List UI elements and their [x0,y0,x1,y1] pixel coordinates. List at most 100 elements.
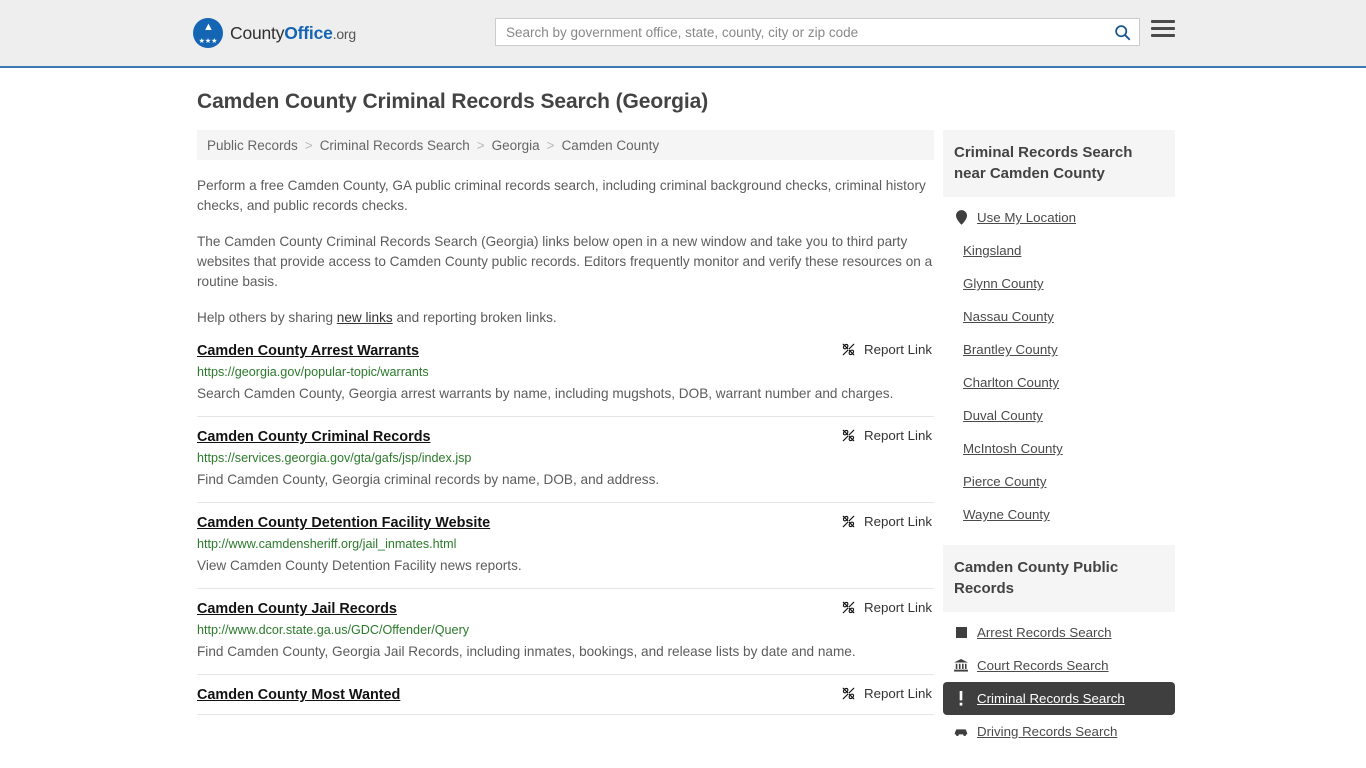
report-link-button[interactable]: Report Link [841,342,932,357]
sidebar-nearby-item[interactable]: Charlton County [943,366,1175,399]
intro-paragraph-2: The Camden County Criminal Records Searc… [197,232,934,292]
site-header: ▲ ★★★ CountyOffice.org [0,0,1366,68]
search-bar[interactable] [495,18,1140,46]
sidebar-nearby-label[interactable]: Charlton County [963,375,1059,390]
breadcrumb-separator: > [305,138,313,153]
sidebar-nearby-item[interactable]: Kingsland [943,234,1175,267]
listing-description: View Camden County Detention Facility ne… [197,553,934,578]
intro-p3-after: and reporting broken links. [393,310,557,325]
listing-item: Camden County Arrest Warrants https://geo… [197,328,934,417]
sidebar-nearby-item[interactable]: Duval County [943,399,1175,432]
search-input[interactable] [496,19,1105,45]
report-link-button[interactable]: Report Link [841,428,932,443]
sidebar-public-records-item[interactable]: Driving Records Search [943,715,1175,748]
report-link-label: Report Link [864,686,932,701]
courthouse-icon [954,659,968,672]
broken-link-icon [841,686,856,701]
sidebar-public-records-label[interactable]: Driving Records Search [977,724,1117,739]
sidebar: Criminal Records Search near Camden Coun… [943,130,1175,748]
sidebar-nearby-label[interactable]: Use My Location [977,210,1076,225]
listing-item: Camden County Detention Facility Website… [197,503,934,589]
listing-item: Camden County Jail Records http://www.dco… [197,589,934,675]
sidebar-public-records-item[interactable]: Criminal Records Search [943,682,1175,715]
sidebar-public-records-label[interactable]: Arrest Records Search [977,625,1112,640]
sidebar-nearby-item[interactable]: Pierce County [943,465,1175,498]
eagle-seal-icon: ▲ ★★★ [193,18,223,48]
sidebar-public-records-item[interactable]: Court Records Search [943,649,1175,682]
logo-wordmark: CountyOffice.org [230,23,356,44]
site-logo[interactable]: ▲ ★★★ CountyOffice.org [193,18,356,48]
breadcrumb-item-2[interactable]: Georgia [492,138,540,153]
listing-title[interactable]: Camden County Arrest Warrants [197,343,419,359]
sidebar-nearby-item[interactable]: Use My Location [943,201,1175,234]
intro-p3-before: Help others by sharing [197,310,337,325]
sidebar-nearby-label[interactable]: Kingsland [963,243,1021,258]
sidebar-nearby-label[interactable]: Glynn County [963,276,1044,291]
logo-text-office: Office [284,23,332,43]
sidebar-nearby-label[interactable]: Nassau County [963,309,1054,324]
sidebar-nearby-item[interactable]: McIntosh County [943,432,1175,465]
broken-link-icon [841,342,856,357]
search-button[interactable] [1105,19,1139,45]
sidebar-nearby-label[interactable]: Pierce County [963,474,1047,489]
handcuffs-icon [954,627,968,638]
listing-url[interactable]: https://georgia.gov/popular-topic/warran… [197,365,934,379]
listing-title[interactable]: Camden County Jail Records [197,601,397,617]
logo-text-org: .org [333,26,356,42]
report-link-button[interactable]: Report Link [841,600,932,615]
listing-results: Camden County Arrest Warrants https://geo… [197,328,934,715]
breadcrumb-separator: > [547,138,555,153]
search-icon [1114,24,1131,41]
new-links-link[interactable]: new links [337,310,393,325]
sidebar-nearby-label[interactable]: Duval County [963,408,1043,423]
breadcrumb: Public Records > Criminal Records Search… [197,130,934,160]
page-title: Camden County Criminal Records Search (G… [197,90,1173,114]
report-link-label: Report Link [864,514,932,529]
listing-url[interactable]: http://www.dcor.state.ga.us/GDC/Offender… [197,623,934,637]
report-link-label: Report Link [864,600,932,615]
listing-description: Find Camden County, Georgia criminal rec… [197,467,934,492]
breadcrumb-item-1[interactable]: Criminal Records Search [320,138,470,153]
sidebar-public-records-label[interactable]: Criminal Records Search [977,691,1125,706]
listing-title[interactable]: Camden County Most Wanted [197,687,400,703]
sidebar-nearby-item[interactable]: Brantley County [943,333,1175,366]
sidebar-nearby-label[interactable]: McIntosh County [963,441,1063,456]
sidebar-public-records-links: Arrest Records Search Court Records Searc… [943,612,1175,748]
breadcrumb-item-0[interactable]: Public Records [207,138,298,153]
intro-paragraph-3: Help others by sharing new links and rep… [197,308,934,328]
car-icon [954,727,968,737]
logo-text-county: County [230,23,284,43]
sidebar-nearby-item[interactable]: Wayne County [943,498,1175,531]
main-content: Public Records > Criminal Records Search… [197,130,934,715]
broken-link-icon [841,428,856,443]
sidebar-nearby-item[interactable]: Nassau County [943,300,1175,333]
handcuffs-icon [956,627,967,638]
listing-url[interactable]: http://www.camdensheriff.org/jail_inmate… [197,537,934,551]
report-link-button[interactable]: Report Link [841,686,932,701]
report-link-button[interactable]: Report Link [841,514,932,529]
listing-description: Search Camden County, Georgia arrest war… [197,381,934,406]
sidebar-public-records-label[interactable]: Court Records Search [977,658,1109,673]
listing-title[interactable]: Camden County Criminal Records [197,429,431,445]
sidebar-nearby-label[interactable]: Brantley County [963,342,1058,357]
exclamation-icon [954,691,968,706]
sidebar-nearby-links: Use My Location Kingsland Glynn County Nass… [943,197,1175,531]
exclamation-icon [958,691,964,706]
sidebar-nearby-item[interactable]: Glynn County [943,267,1175,300]
report-link-label: Report Link [864,428,932,443]
listing-item: Camden County Most Wanted Report Link [197,675,934,715]
map-pin-icon [956,210,967,225]
listing-url[interactable]: https://services.georgia.gov/gta/gafs/js… [197,451,934,465]
page-container: Camden County Criminal Records Search (G… [0,90,1366,748]
intro-text: Perform a free Camden County, GA public … [197,176,934,328]
sidebar-nearby-label[interactable]: Wayne County [963,507,1050,522]
map-pin-icon [954,210,968,225]
sidebar-public-records-item[interactable]: Arrest Records Search [943,616,1175,649]
sidebar-public-records-heading: Camden County Public Records [943,545,1175,612]
broken-link-icon [841,600,856,615]
listing-item: Camden County Criminal Records https://se… [197,417,934,503]
breadcrumb-item-3[interactable]: Camden County [562,138,660,153]
listing-title[interactable]: Camden County Detention Facility Website [197,515,490,531]
hamburger-menu-icon[interactable] [1151,20,1175,37]
broken-link-icon [841,514,856,529]
